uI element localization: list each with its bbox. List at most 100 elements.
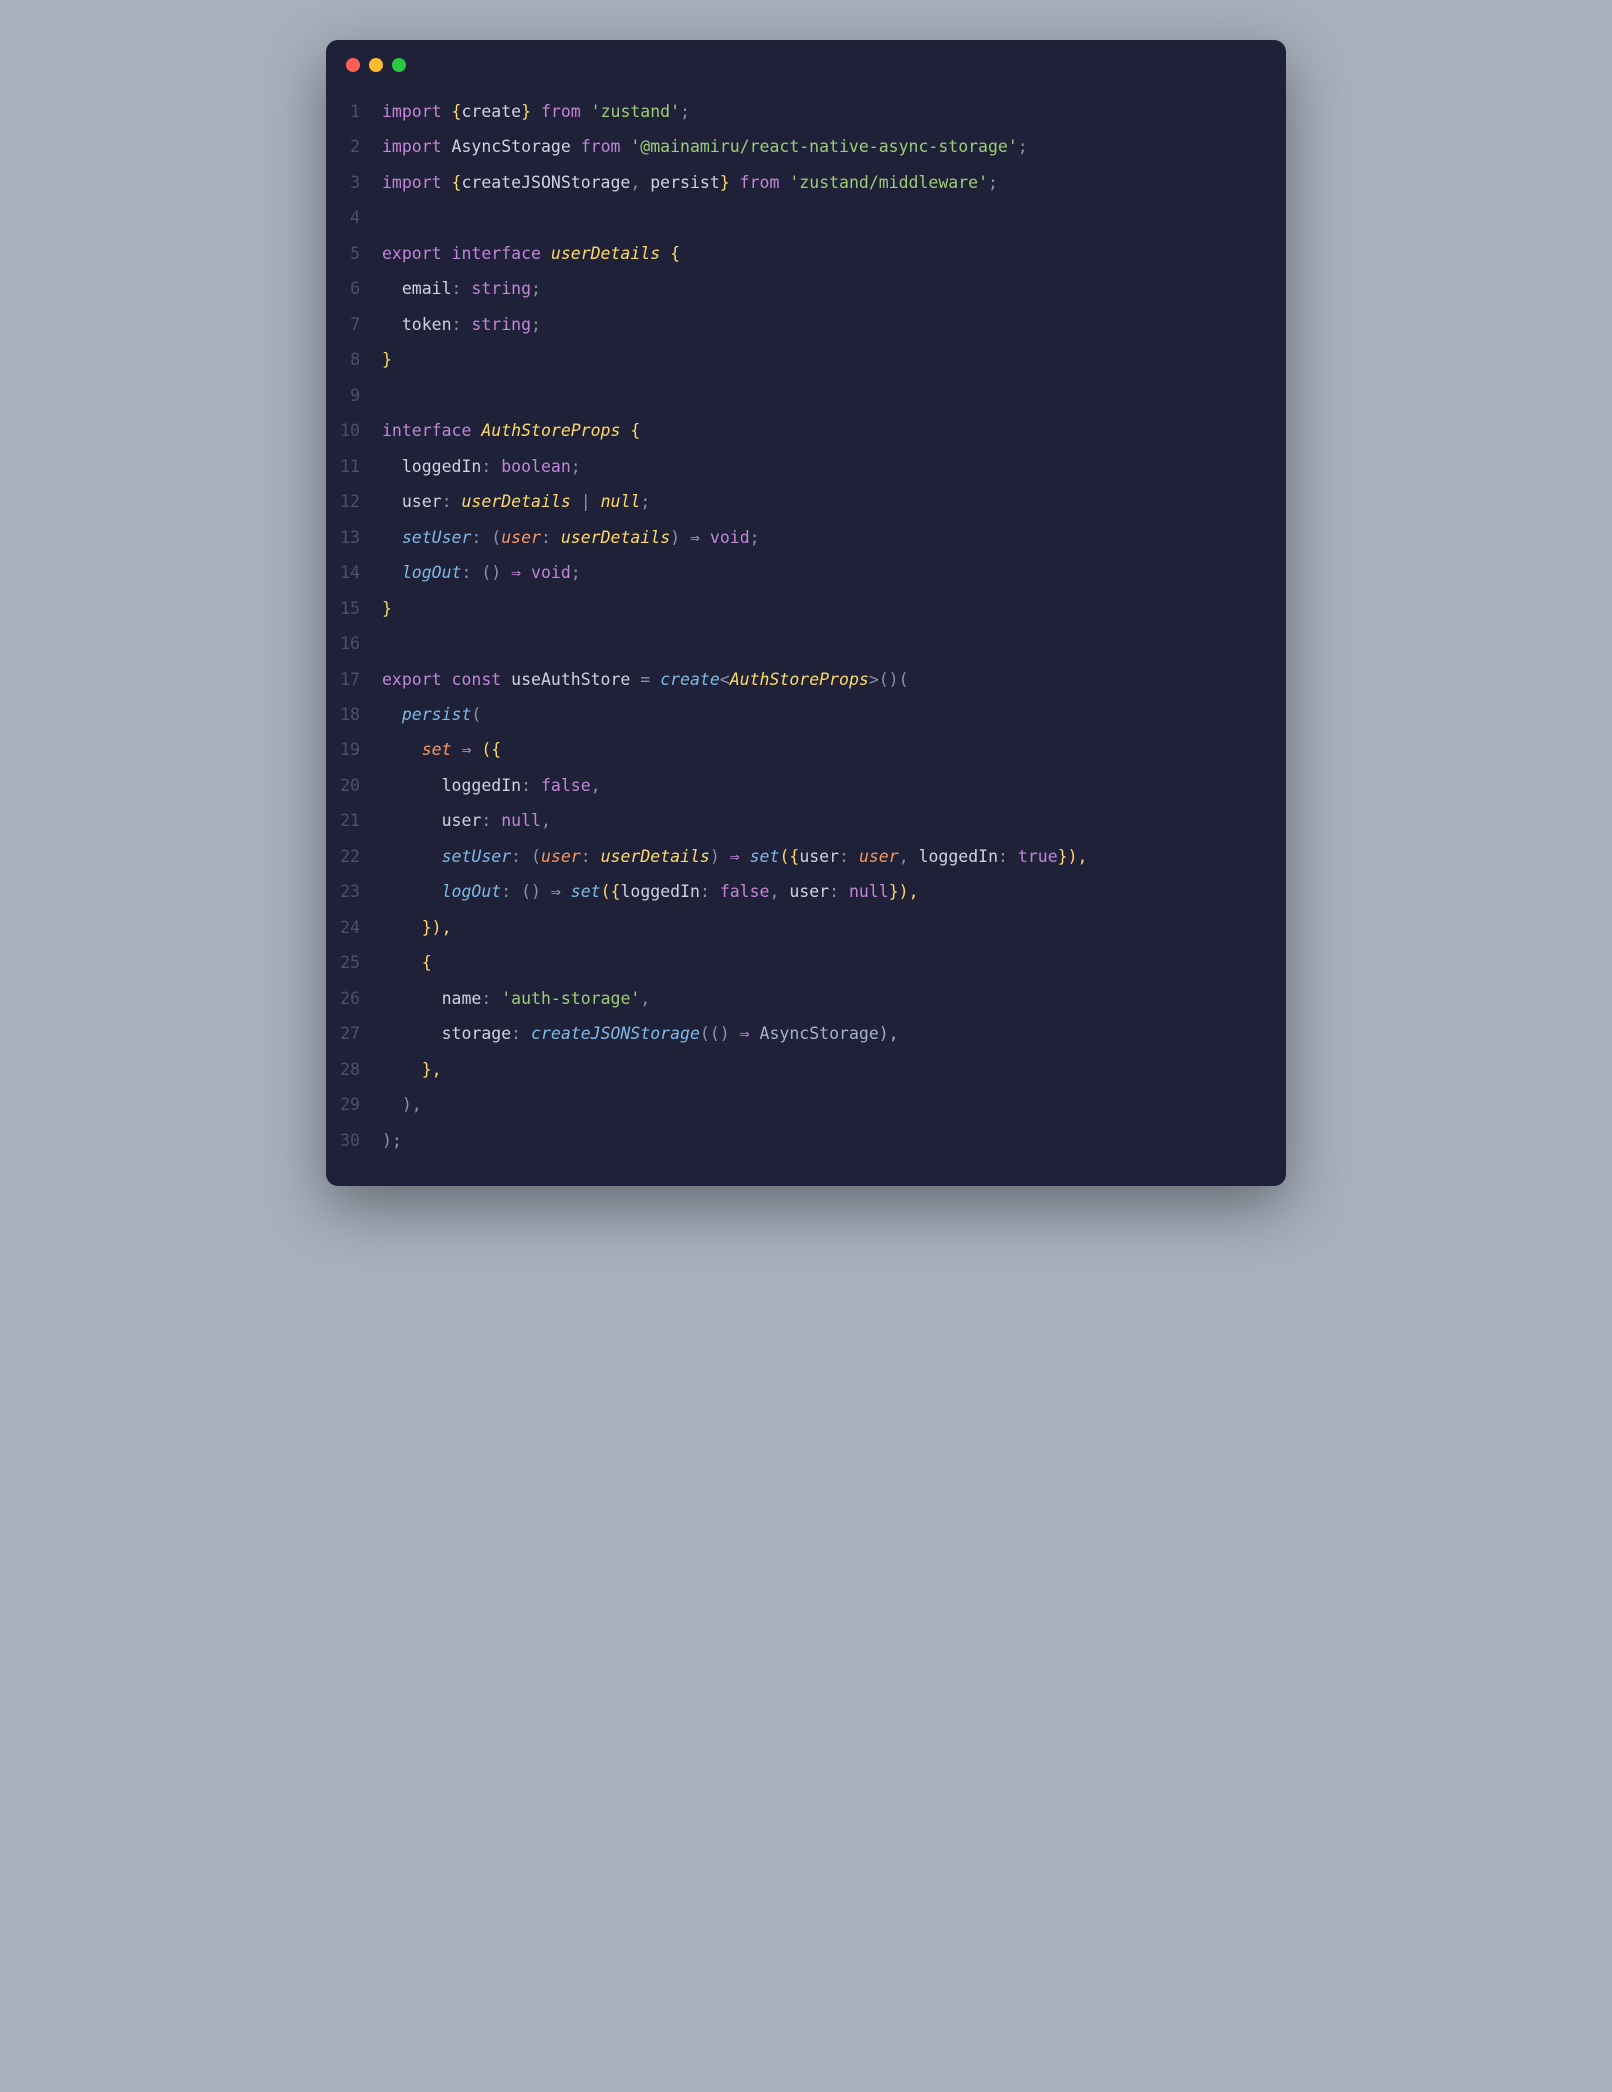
code-token: ⇒ xyxy=(511,563,521,582)
code-line: 26 name: 'auth-storage', xyxy=(326,981,1286,1016)
code-line: 27 storage: createJSONStorage(() ⇒ Async… xyxy=(326,1016,1286,1051)
code-token: void xyxy=(531,563,571,582)
code-line: 15} xyxy=(326,591,1286,626)
code-token: , xyxy=(640,989,650,1008)
code-token xyxy=(382,740,422,759)
code-token: user xyxy=(541,847,581,866)
code-token xyxy=(382,705,402,724)
code-token: : ( xyxy=(511,847,541,866)
code-token: create xyxy=(660,670,720,689)
code-token: user xyxy=(501,528,541,547)
code-token: create xyxy=(461,102,521,121)
line-number: 17 xyxy=(326,662,382,697)
code-token: : xyxy=(442,492,462,511)
code-token xyxy=(700,528,710,547)
code-token: setUser xyxy=(442,847,512,866)
code-token: | xyxy=(571,492,601,511)
code-token: : xyxy=(541,528,561,547)
line-number: 4 xyxy=(326,200,382,235)
code-token: import xyxy=(382,137,452,156)
code-line: 5export interface userDetails { xyxy=(326,236,1286,271)
code-token xyxy=(452,740,462,759)
code-token: { xyxy=(382,953,432,972)
line-content: user: userDetails | null; xyxy=(382,484,650,519)
code-token: ({ xyxy=(601,882,621,901)
code-token: void xyxy=(710,528,750,547)
code-token: (() xyxy=(700,1024,740,1043)
code-token: userDetails xyxy=(462,492,571,511)
code-line: 4 xyxy=(326,200,1286,235)
code-token xyxy=(382,1024,442,1043)
line-number: 1 xyxy=(326,94,382,129)
line-number: 13 xyxy=(326,520,382,555)
code-token xyxy=(382,492,402,511)
code-token: : xyxy=(511,1024,531,1043)
code-token: false xyxy=(541,776,591,795)
code-token: AsyncStorage), xyxy=(750,1024,899,1043)
line-content: import AsyncStorage from '@mainamiru/rea… xyxy=(382,129,1028,164)
code-token: AuthStoreProps xyxy=(481,421,620,440)
code-token: : xyxy=(839,847,859,866)
code-token: logOut xyxy=(402,563,462,582)
line-content: export interface userDetails { xyxy=(382,236,680,271)
code-token: false xyxy=(720,882,770,901)
code-area[interactable]: 1import {create} from 'zustand';2import … xyxy=(326,80,1286,1186)
code-line: 12 user: userDetails | null; xyxy=(326,484,1286,519)
code-token: ({ xyxy=(471,740,501,759)
code-token: , xyxy=(769,882,789,901)
code-token: user xyxy=(442,811,482,830)
line-content: import {createJSONStorage, persist} from… xyxy=(382,165,998,200)
line-number: 5 xyxy=(326,236,382,271)
code-token: : xyxy=(581,847,601,866)
code-token: export xyxy=(382,244,452,263)
code-line: 8} xyxy=(326,342,1286,377)
code-line: 24 }), xyxy=(326,910,1286,945)
line-content: name: 'auth-storage', xyxy=(382,981,650,1016)
code-token: : ( xyxy=(471,528,501,547)
code-line: 9 xyxy=(326,378,1286,413)
code-token: ⇒ xyxy=(730,847,740,866)
line-content: ); xyxy=(382,1123,402,1158)
line-number: 9 xyxy=(326,378,382,413)
code-token: persist xyxy=(650,173,720,192)
code-token: { xyxy=(660,244,680,263)
code-token: }, xyxy=(382,1060,442,1079)
code-token: ; xyxy=(640,492,650,511)
code-token: from xyxy=(531,102,591,121)
code-token xyxy=(382,847,442,866)
code-token: set xyxy=(422,740,452,759)
code-token: < xyxy=(720,670,730,689)
maximize-icon[interactable] xyxy=(392,58,406,72)
code-token: ⇒ xyxy=(690,528,700,547)
line-number: 16 xyxy=(326,626,382,661)
code-line: 19 set ⇒ ({ xyxy=(326,732,1286,767)
code-token: } xyxy=(720,173,730,192)
line-content: }, xyxy=(382,1052,442,1087)
code-token: : () xyxy=(501,882,551,901)
line-content: set ⇒ ({ xyxy=(382,732,501,767)
minimize-icon[interactable] xyxy=(369,58,383,72)
code-token: string xyxy=(471,315,531,334)
code-token: , xyxy=(591,776,601,795)
line-content: setUser: (user: userDetails) ⇒ set({user… xyxy=(382,839,1087,874)
code-token: useAuthStore xyxy=(511,670,630,689)
code-token: logOut xyxy=(442,882,502,901)
code-token: null xyxy=(849,882,889,901)
code-line: 20 loggedIn: false, xyxy=(326,768,1286,803)
code-line: 16 xyxy=(326,626,1286,661)
line-content: import {create} from 'zustand'; xyxy=(382,94,690,129)
line-number: 7 xyxy=(326,307,382,342)
code-token: : xyxy=(700,882,720,901)
line-content: loggedIn: false, xyxy=(382,768,601,803)
code-line: 30); xyxy=(326,1123,1286,1158)
close-icon[interactable] xyxy=(346,58,360,72)
code-token: : xyxy=(998,847,1018,866)
line-content: user: null, xyxy=(382,803,551,838)
code-token: from xyxy=(571,137,631,156)
code-token: interface xyxy=(382,421,481,440)
code-token: { xyxy=(620,421,640,440)
line-number: 3 xyxy=(326,165,382,200)
line-content: interface AuthStoreProps { xyxy=(382,413,640,448)
code-token: ({ xyxy=(779,847,799,866)
line-number: 24 xyxy=(326,910,382,945)
